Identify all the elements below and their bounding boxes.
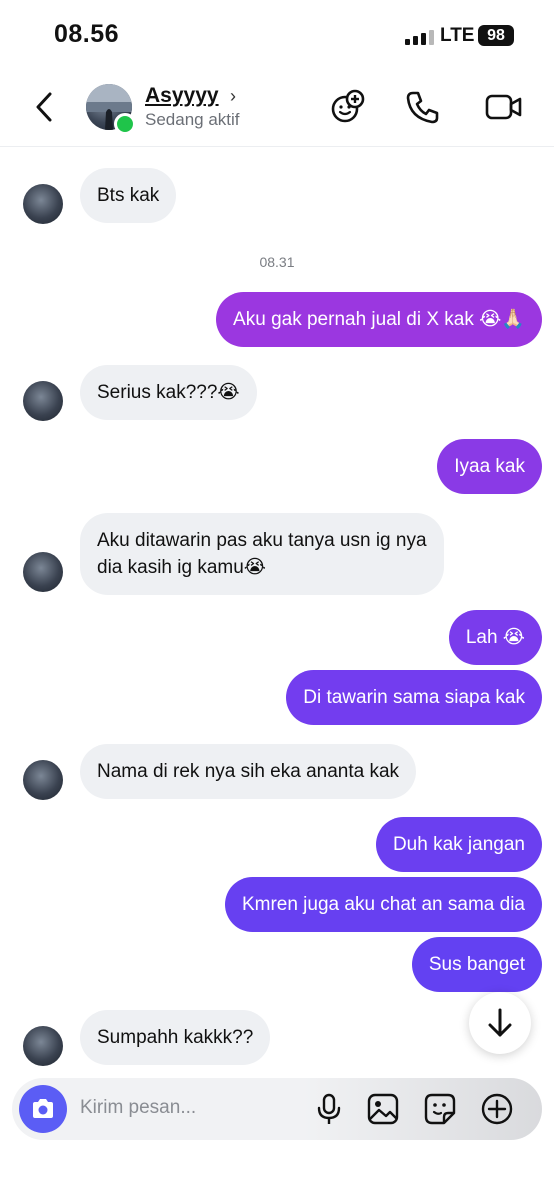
battery-icon: 98 bbox=[478, 25, 514, 46]
online-status-dot bbox=[114, 113, 136, 135]
message-line: dia kasih ig kamu😭 bbox=[97, 557, 266, 578]
message-bubble-outgoing[interactable]: Iyaa kak bbox=[437, 439, 542, 494]
status-time: 08.56 bbox=[54, 20, 120, 48]
plus-icon[interactable] bbox=[480, 1092, 514, 1126]
camera-button[interactable] bbox=[19, 1085, 67, 1133]
battery-level: 98 bbox=[487, 26, 505, 44]
network-label: LTE bbox=[440, 25, 475, 46]
message-bubble-outgoing[interactable]: Di tawarin sama siapa kak bbox=[286, 670, 542, 725]
message-bubble-incoming[interactable]: Aku ditawarin pas aku tanya usn ig nya d… bbox=[80, 513, 444, 595]
contact-name[interactable]: Asyyyy bbox=[145, 84, 219, 108]
timestamp: 08.31 bbox=[259, 254, 295, 270]
sticker-icon[interactable] bbox=[423, 1092, 457, 1126]
message-bubble-incoming[interactable]: Nama di rek nya sih eka ananta kak bbox=[80, 744, 417, 799]
chevron-right-icon[interactable]: › bbox=[230, 86, 236, 107]
message-bubble-outgoing[interactable]: Sus banget bbox=[411, 937, 542, 992]
signal-icon bbox=[405, 29, 434, 45]
message-bubble-incoming[interactable]: Serius kak???😭 bbox=[80, 365, 257, 420]
sticker-add-icon[interactable] bbox=[328, 88, 366, 126]
message-bubble-outgoing[interactable]: Lah 😭 bbox=[448, 610, 542, 665]
message-bubble-outgoing[interactable]: Kmren juga aku chat an sama dia bbox=[224, 877, 542, 932]
message-line: Aku ditawarin pas aku tanya usn ig nya bbox=[97, 530, 427, 551]
gallery-icon[interactable] bbox=[366, 1092, 400, 1126]
message-bubble-outgoing[interactable]: Duh kak jangan bbox=[375, 817, 542, 872]
contact-avatar[interactable] bbox=[23, 184, 63, 224]
header-divider bbox=[0, 146, 554, 147]
contact-avatar[interactable] bbox=[23, 381, 63, 421]
message-input[interactable]: Kirim pesan... bbox=[80, 1097, 196, 1119]
message-bubble-incoming[interactable]: Sumpahh kakkk?? bbox=[80, 1010, 271, 1065]
message-bubble-outgoing[interactable]: Aku gak pernah jual di X kak 😭🙏🏻 bbox=[216, 292, 542, 347]
video-call-icon[interactable] bbox=[484, 88, 524, 126]
contact-avatar[interactable] bbox=[23, 1026, 63, 1066]
back-icon[interactable] bbox=[32, 90, 60, 124]
message-bubble-incoming[interactable]: Bts kak bbox=[80, 168, 177, 223]
contact-avatar[interactable] bbox=[23, 552, 63, 592]
contact-status: Sedang aktif bbox=[145, 110, 240, 129]
camera-icon bbox=[33, 1099, 53, 1118]
microphone-icon[interactable] bbox=[312, 1092, 346, 1126]
scroll-to-bottom-button[interactable] bbox=[469, 992, 531, 1054]
arrow-down-icon bbox=[488, 1008, 512, 1037]
contact-avatar[interactable] bbox=[23, 760, 63, 800]
phone-icon[interactable] bbox=[404, 88, 442, 126]
